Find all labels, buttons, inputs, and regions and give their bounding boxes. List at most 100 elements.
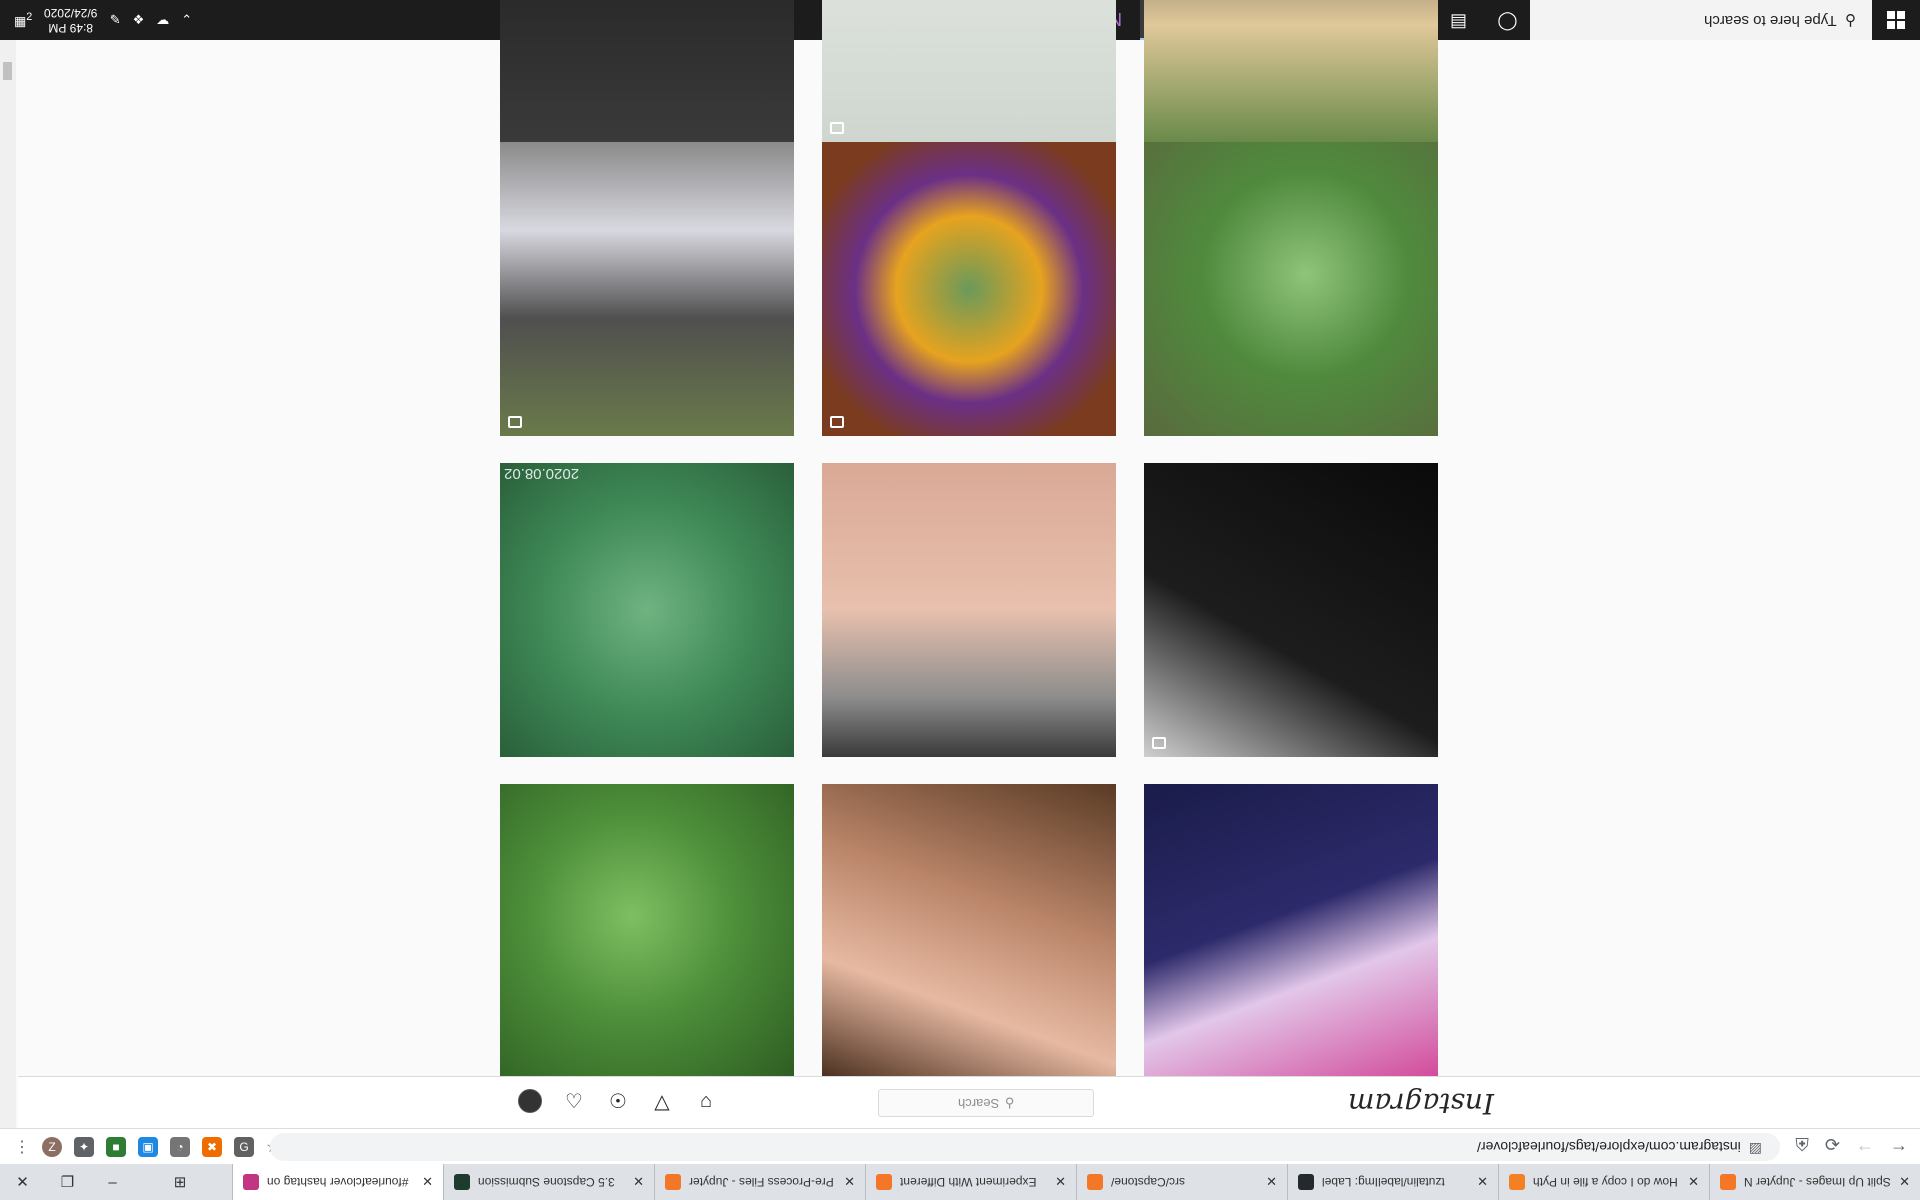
close-tab-icon[interactable]: ✕ bbox=[1055, 1174, 1066, 1190]
close-tab-icon[interactable]: ✕ bbox=[1688, 1174, 1699, 1190]
extension-blue-icon[interactable]: ▣ bbox=[138, 1137, 158, 1157]
multi-photo-icon bbox=[1152, 737, 1166, 749]
instagram-favicon bbox=[243, 1174, 259, 1190]
profile-avatar-button[interactable]: Z bbox=[42, 1137, 62, 1157]
explore-compass-icon[interactable]: ☉ bbox=[606, 1089, 630, 1113]
extension-icons: ⋮ Z ✦ ■ ▣ ◔ ✖ G ☆ bbox=[14, 1137, 280, 1157]
clock[interactable]: 9/24/2020 8:49 PM bbox=[44, 5, 97, 35]
jupyter-favicon bbox=[665, 1174, 681, 1190]
tab-instagram-fourleafclover[interactable]: #fourleafclover hashtag on ✕ bbox=[232, 1164, 443, 1200]
tab-src-capstone[interactable]: src/Capstone/ ✕ bbox=[1076, 1164, 1287, 1200]
heart-icon[interactable]: ♡ bbox=[562, 1089, 586, 1113]
tab-copy-file-python[interactable]: How do I copy a file in Pyth ✕ bbox=[1498, 1164, 1709, 1200]
tab-title: Pre-Process Files - Jupyter bbox=[689, 1175, 834, 1189]
extension-green-icon[interactable]: ■ bbox=[106, 1137, 126, 1157]
tile-hand-clover[interactable] bbox=[822, 784, 1116, 1078]
direct-message-icon[interactable]: △ bbox=[650, 1089, 674, 1113]
system-tray: ▦2 9/24/2020 8:49 PM ✎ ❖ ☁ ⌃ bbox=[0, 0, 192, 40]
search-placeholder: Search bbox=[957, 1095, 999, 1111]
menu-dots-icon[interactable]: ⋮ bbox=[14, 1137, 30, 1157]
jupyter-favicon bbox=[1720, 1174, 1736, 1190]
taskbar-search-placeholder: Type here to search bbox=[1704, 11, 1837, 29]
browser-toolbar: ⋮ Z ✦ ■ ▣ ◔ ✖ G ☆ instagram.com/explore/… bbox=[0, 1128, 1920, 1164]
back-icon[interactable]: → bbox=[1890, 1135, 1908, 1156]
tab-labelimg[interactable]: tzutalin/labelImg: Label ✕ bbox=[1287, 1164, 1498, 1200]
tile-sign-crop[interactable] bbox=[1144, 0, 1438, 142]
tab-title: tzutalin/labelImg: Label bbox=[1322, 1175, 1445, 1189]
tile-clover-grass[interactable] bbox=[1144, 142, 1438, 436]
home-icon[interactable]: ⌂ bbox=[694, 1089, 718, 1113]
github-favicon bbox=[1298, 1174, 1314, 1190]
instagram-nav-bar: ♡ ☉ △ ⌂ Search ⚲ Instagram bbox=[18, 1076, 1920, 1128]
address-bar[interactable]: instagram.com/explore/tags/fourleafclove… bbox=[270, 1133, 1780, 1161]
tab-title: How do I copy a file in Pyth bbox=[1533, 1175, 1678, 1189]
tab-title: #fourleafclover hashtag on bbox=[267, 1175, 409, 1189]
tile-clover-flower-resin[interactable] bbox=[822, 142, 1116, 436]
tab-title: Split Up Images - Jupyter N bbox=[1744, 1175, 1891, 1189]
avatar bbox=[518, 1089, 542, 1113]
chevron-down-icon[interactable]: ⌃ bbox=[181, 12, 192, 28]
extension-g-icon[interactable]: G bbox=[234, 1137, 254, 1157]
taskbar-search-box[interactable]: Type here to search ⚲ bbox=[1530, 0, 1872, 40]
photo-date-stamp: 2020.08.02 bbox=[504, 465, 580, 482]
task-view-icon[interactable]: ▤ bbox=[1434, 0, 1483, 40]
jupyter-favicon bbox=[1087, 1174, 1103, 1190]
pen-icon[interactable]: ✎ bbox=[110, 12, 121, 28]
dropbox-icon[interactable]: ❖ bbox=[133, 12, 145, 28]
clock-date: 9/24/2020 bbox=[44, 6, 98, 20]
tab-capstone-submission[interactable]: 3.5 Capstone Submission ✕ bbox=[443, 1164, 654, 1200]
tile-fairy-door[interactable] bbox=[500, 142, 794, 436]
tile-lace-crop[interactable] bbox=[500, 0, 794, 142]
tab-experiment[interactable]: Experiment With Different ✕ bbox=[865, 1164, 1076, 1200]
multi-photo-icon bbox=[830, 122, 844, 134]
tile-clover-leaves[interactable] bbox=[500, 784, 794, 1078]
multi-photo-icon bbox=[830, 416, 844, 428]
close-window-icon[interactable]: ✕ bbox=[0, 1164, 45, 1200]
scrollbar-thumb[interactable] bbox=[3, 62, 12, 80]
notification-count: 2 bbox=[26, 10, 33, 23]
tab-split-images[interactable]: Split Up Images - Jupyter N ✕ bbox=[1709, 1164, 1920, 1200]
windows-start-icon[interactable] bbox=[1872, 0, 1920, 40]
minimize-window-icon[interactable]: – bbox=[90, 1164, 135, 1200]
tab-title: Experiment With Different bbox=[900, 1175, 1037, 1189]
close-tab-icon[interactable]: ✕ bbox=[1899, 1174, 1910, 1190]
page-scrollbar[interactable] bbox=[0, 40, 16, 1128]
tile-necklace-black[interactable] bbox=[1144, 463, 1438, 757]
tab-title: 3.5 Capstone Submission bbox=[478, 1175, 615, 1189]
springboard-favicon bbox=[454, 1174, 470, 1190]
url-text: instagram.com/explore/tags/fourleafclove… bbox=[1476, 1139, 1741, 1155]
tile-beads-crop[interactable] bbox=[822, 0, 1116, 142]
shield-icon[interactable]: ⛨ bbox=[1795, 1135, 1809, 1156]
search-icon: ⚲ bbox=[1845, 12, 1856, 29]
extension-grey-icon[interactable]: ◔ bbox=[170, 1137, 190, 1157]
tile-unicorn-art[interactable] bbox=[1144, 784, 1438, 1078]
close-tab-icon[interactable]: ✕ bbox=[1477, 1174, 1488, 1190]
notification-center-icon[interactable]: ▦2 bbox=[14, 11, 32, 29]
close-tab-icon[interactable]: ✕ bbox=[422, 1174, 433, 1190]
extension-orange-icon[interactable]: ✖ bbox=[202, 1137, 222, 1157]
browser-tab-strip: ✕ ❐ – ⊞ Split Up Images - Jupyter N ✕ How… bbox=[0, 1164, 1920, 1200]
restore-window-icon[interactable]: ❐ bbox=[45, 1164, 90, 1200]
cortana-icon[interactable]: ◯ bbox=[1483, 0, 1532, 40]
extensions-puzzle-icon[interactable]: ✦ bbox=[74, 1137, 94, 1157]
lock-icon: ▨ bbox=[1748, 1138, 1762, 1155]
tile-clover-patch[interactable]: 2020.08.02 bbox=[500, 463, 794, 757]
forward-icon[interactable]: ← bbox=[1856, 1135, 1874, 1156]
profile-avatar[interactable] bbox=[518, 1089, 542, 1113]
close-tab-icon[interactable]: ✕ bbox=[1266, 1174, 1277, 1190]
reload-icon[interactable]: ⟳ bbox=[1825, 1135, 1840, 1156]
onedrive-icon[interactable]: ☁ bbox=[156, 12, 169, 28]
tab-list: Split Up Images - Jupyter N ✕ How do I co… bbox=[228, 1164, 1920, 1200]
close-tab-icon[interactable]: ✕ bbox=[844, 1174, 855, 1190]
tab-pre-process[interactable]: Pre-Process Files - Jupyter ✕ bbox=[654, 1164, 865, 1200]
navigation-buttons: ⛨ ⟳ ← → bbox=[1795, 1135, 1908, 1156]
multi-photo-icon bbox=[508, 416, 522, 428]
instagram-search-input[interactable]: Search ⚲ bbox=[878, 1089, 1094, 1117]
instagram-logo[interactable]: Instagram bbox=[1348, 1087, 1494, 1120]
nav-icons: ♡ ☉ △ ⌂ bbox=[518, 1089, 718, 1113]
tab-search-icon[interactable]: ⊞ bbox=[135, 1164, 225, 1200]
close-tab-icon[interactable]: ✕ bbox=[633, 1174, 644, 1190]
tile-wrist-tattoo[interactable] bbox=[822, 463, 1116, 757]
jupyter-favicon bbox=[876, 1174, 892, 1190]
search-icon: ⚲ bbox=[1004, 1095, 1015, 1110]
